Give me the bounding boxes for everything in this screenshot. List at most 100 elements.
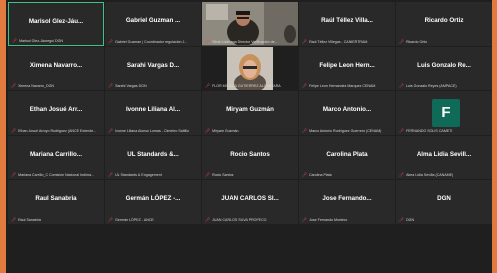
participant-caption: 🎤︎ JUAN CARLOS SILVA PROFECO <box>205 216 267 222</box>
participant-tile[interactable]: Sarahi Vargas D... 🎤︎ Sarahi Vargas DGN <box>105 46 201 90</box>
participant-tile[interactable]: F 🎤︎ FERNANDO SOLIS CAMETI <box>396 91 492 135</box>
mic-muted-icon: 🎤︎ <box>399 127 405 133</box>
participant-name: Rocio Santos <box>230 150 270 158</box>
participant-caption: 🎤︎ Germán LÓPEZ - ANCE <box>108 216 154 222</box>
mic-muted-icon: 🎤︎ <box>108 38 114 44</box>
participant-name: Miryam Guzmán <box>226 106 274 113</box>
participant-tile[interactable]: DGN 🎤︎ DGN <box>396 180 492 224</box>
mic-muted-icon: 🎤︎ <box>11 83 17 88</box>
mic-muted-icon: 🎤︎ <box>302 38 308 44</box>
participant-tile[interactable]: Gabriel Guzman ... 🎤︎ Gabriel Guzman | Co… <box>105 2 201 46</box>
participant-tile[interactable]: JUAN CARLOS SI... 🎤︎ JUAN CARLOS SILVA PR… <box>202 180 298 224</box>
participant-caption: 🎤︎ Rocio Santos <box>205 172 234 177</box>
participant-tile[interactable]: Ricardo Ortiz 🎤︎ Ricardo Ortiz <box>396 2 492 46</box>
participant-name: Mariana Carrillo... <box>30 150 82 158</box>
participant-caption: 🎤︎ Ethan Josué Arroyo Rodriguez (ANCE Ext… <box>11 127 97 133</box>
participant-name: Jose Fernando... <box>322 195 372 202</box>
participant-name: Ximena Navarro... <box>29 61 83 69</box>
participant-caption: 🎤︎ Jose Fernando Montero <box>302 216 348 222</box>
participant-tile[interactable]: Rocio Santos 🎤︎ Rocio Santos <box>202 135 298 179</box>
participant-caption: 🎤︎ FERNANDO SOLIS CAMETI <box>399 127 453 133</box>
participant-name: DGN <box>437 195 451 202</box>
mic-muted-icon: 🎤︎ <box>399 83 405 88</box>
participant-grid: Marisol Glez-Jáu... 🎤︎ Marisol Glez-Jáure… <box>8 2 492 268</box>
participant-caption: 🎤︎ Sarahi Vargas DGN <box>108 83 147 88</box>
mic-muted-icon: 🎤︎ <box>108 83 114 88</box>
participant-caption: 🎤︎ Ricardo Ortiz <box>399 38 428 44</box>
participant-tile[interactable]: Carolina Plata 🎤︎ Carolina Plata <box>299 135 395 179</box>
participant-name: Ivonne Liliana Al... <box>125 106 181 113</box>
mic-muted-icon: 🎤︎ <box>205 172 211 177</box>
participant-name: Luis Gonzalo Re... <box>417 61 471 69</box>
participant-name: Marisol Glez-Jáu... <box>28 18 84 25</box>
mic-muted-icon: 🎤︎ <box>399 216 405 222</box>
meeting-window: Marisol Glez-Jáu... 🎤︎ Marisol Glez-Jáure… <box>6 0 492 273</box>
mic-muted-icon: 🎤︎ <box>302 172 308 177</box>
mic-muted-icon: 🎤︎ <box>11 127 17 133</box>
participant-name: Marco Antonio... <box>322 106 372 113</box>
participant-caption: 🎤︎ DGN <box>399 216 415 222</box>
participant-name: Germán LÓPEZ -... <box>125 195 181 202</box>
participant-caption: 🎤︎ Ximena Navarro_DGN <box>11 83 55 88</box>
participant-tile[interactable]: Jose Fernando... 🎤︎ Jose Fernando Montero <box>299 180 395 224</box>
participant-caption: 🎤︎ Miryam Guzmán <box>205 127 239 133</box>
participant-tile[interactable]: Raúl Téllez Villa... 🎤︎ Raúl Téllez Ville… <box>299 2 395 46</box>
participant-tile[interactable]: Luis Gonzalo Re... 🎤︎ Luis Gonzalo Reyes … <box>396 46 492 90</box>
participant-caption: 🎤︎ Carolina Plata <box>302 172 332 177</box>
avatar: F <box>432 99 460 127</box>
mic-muted-icon: 🎤︎ <box>205 216 211 222</box>
participant-tile[interactable]: Marco Antonio... 🎤︎ Marco Antonio Rodrígu… <box>299 91 395 135</box>
mic-muted-icon: 🎤︎ <box>205 127 211 133</box>
participant-name: JUAN CARLOS SI... <box>221 195 279 202</box>
participant-name: Gabriel Guzman ... <box>125 17 181 24</box>
mic-muted-icon: 🎤︎ <box>108 216 114 222</box>
mic-muted-icon: 🎤︎ <box>108 127 114 133</box>
participant-caption: 🎤︎ Silvia Lizárraga Director Verificación… <box>205 38 278 44</box>
participant-caption: 🎤︎ UL Standards & Engagement <box>108 172 162 177</box>
participant-name: Raul Sanabria <box>35 195 77 202</box>
participant-tile[interactable]: Ximena Navarro... 🎤︎ Ximena Navarro_DGN <box>8 46 104 90</box>
participant-name: Felipe Leon Hern... <box>319 61 375 69</box>
participant-tile[interactable]: Marisol Glez-Jáu... 🎤︎ Marisol Glez-Jáure… <box>8 2 104 46</box>
mic-muted-icon: 🎤︎ <box>302 127 308 133</box>
participant-name: UL Standards &... <box>127 150 179 158</box>
mic-muted-icon: 🎤︎ <box>205 83 211 88</box>
participant-tile[interactable]: Ethan Josué Arr... 🎤︎ Ethan Josué Arroyo … <box>8 91 104 135</box>
participant-caption: 🎤︎ Alma Lidia Sevilla (CANAME) <box>399 172 454 177</box>
participant-tile[interactable]: Felipe Leon Hern... 🎤︎ Felipe Leon Hernan… <box>299 46 395 90</box>
participant-caption: 🎤︎ Gabriel Guzman | Coordinador regulació… <box>108 38 188 44</box>
participant-tile[interactable]: Germán LÓPEZ -... 🎤︎ Germán LÓPEZ - ANCE <box>105 180 201 224</box>
participant-caption: 🎤︎ Luis Gonzalo Reyes (AMPACE) <box>399 83 457 88</box>
mic-muted-icon: 🎤︎ <box>302 216 308 222</box>
participant-name: Sarahi Vargas D... <box>126 61 180 69</box>
participant-caption: 🎤︎ Raul Sanabria <box>11 216 41 222</box>
mic-muted-icon: 🎤︎ <box>11 216 17 222</box>
participant-name: Alma Lidia Sevill... <box>416 150 472 158</box>
participant-tile[interactable]: Mariana Carrillo... 🎤︎ Mariana Carrillo_C… <box>8 135 104 179</box>
participant-name: Ethan Josué Arr... <box>29 106 83 113</box>
participant-tile[interactable]: UL Standards &... 🎤︎ UL Standards & Engag… <box>105 135 201 179</box>
participant-caption: 🎤︎ Marco Antonio Rodríguez Guerrero (CENA… <box>302 127 382 133</box>
participant-name: Carolina Plata <box>326 150 368 158</box>
mic-muted-icon: 🎤︎ <box>399 172 405 177</box>
participant-tile[interactable]: Miryam Guzmán 🎤︎ Miryam Guzmán <box>202 91 298 135</box>
mic-muted-icon: 🎤︎ <box>205 38 211 44</box>
participant-name: Raúl Téllez Villa... <box>321 17 373 24</box>
participant-name: Ricardo Ortiz <box>424 17 464 24</box>
mic-muted-icon: 🎤︎ <box>399 38 405 44</box>
participant-caption: 🎤︎ Marisol Glez-Jáuregui DGN <box>12 37 64 43</box>
participant-tile[interactable]: Alma Lidia Sevill... 🎤︎ Alma Lidia Sevill… <box>396 135 492 179</box>
participant-video-tile[interactable]: 🎤︎ FLOR MONICA GUTIERREZ ALCANTARA <box>202 46 298 90</box>
participant-caption: 🎤︎ Felipe Leon Hernandez Marquez CENAM <box>302 83 376 88</box>
participant-tile[interactable]: Ivonne Liliana Al... 🎤︎ Ivonne Liliana Al… <box>105 91 201 135</box>
mic-muted-icon: 🎤︎ <box>108 172 114 177</box>
mic-muted-icon: 🎤︎ <box>302 83 308 88</box>
participant-caption: 🎤︎ Raúl Téllez Villegas - CANIERTRAM <box>302 38 368 44</box>
participant-caption: 🎤︎ Ivonne Liliana Alonso Lomas - Cimeteo … <box>108 127 189 133</box>
participant-caption: 🎤︎ FLOR MONICA GUTIERREZ ALCANTARA <box>205 83 281 88</box>
participant-video-tile[interactable]: 🎤︎ Silvia Lizárraga Director Verificación… <box>202 2 298 46</box>
participant-tile[interactable]: Raul Sanabria 🎤︎ Raul Sanabria <box>8 180 104 224</box>
participant-caption: 🎤︎ Mariana Carrillo_C Comisión Nacional I… <box>11 172 94 177</box>
mic-muted-icon: 🎤︎ <box>12 37 18 43</box>
mic-muted-icon: 🎤︎ <box>11 172 17 177</box>
